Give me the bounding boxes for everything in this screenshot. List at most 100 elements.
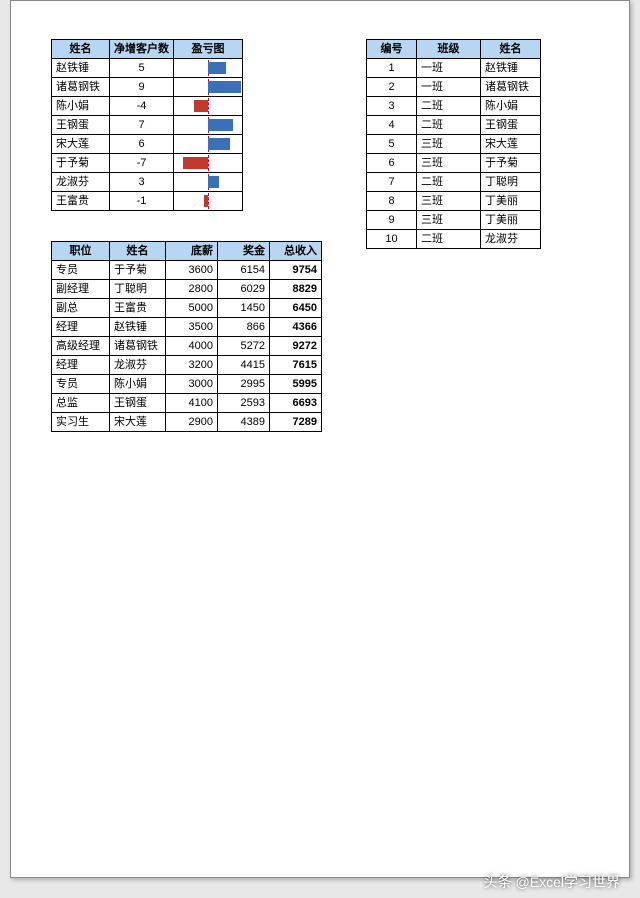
cell-chart	[174, 192, 243, 211]
cell-name: 诸葛钢铁	[481, 78, 541, 97]
cell-bonus: 2593	[218, 394, 270, 413]
table-salary: 职位 姓名 底薪 奖金 总收入 专员于予菊360061549754副经理丁聪明2…	[51, 241, 322, 432]
cell-name: 诸葛钢铁	[110, 337, 166, 356]
cell-name: 于予菊	[52, 154, 110, 173]
cell-class: 三班	[417, 192, 481, 211]
table-row: 王富贵-1	[52, 192, 243, 211]
bar-positive	[208, 176, 219, 188]
table-row: 宋大莲6	[52, 135, 243, 154]
table-row: 6三班于予菊	[367, 154, 541, 173]
th-class: 班级	[417, 40, 481, 59]
cell-name: 于予菊	[110, 261, 166, 280]
cell-name: 陈小娟	[110, 375, 166, 394]
cell-bonus: 5272	[218, 337, 270, 356]
cell-role: 经理	[52, 356, 110, 375]
table1-body: 赵铁锤5诸葛钢铁9陈小娟-4王钢蛋7宋大莲6于予菊-7龙淑芬3王富贵-1	[52, 59, 243, 211]
cell-class: 二班	[417, 173, 481, 192]
cell-id: 6	[367, 154, 417, 173]
cell-base: 4000	[166, 337, 218, 356]
table-row: 总监王钢蛋410025936693	[52, 394, 322, 413]
th-total: 总收入	[270, 242, 322, 261]
cell-name: 陈小娟	[52, 97, 110, 116]
th-name: 姓名	[110, 242, 166, 261]
cell-chart	[174, 59, 243, 78]
cell-id: 1	[367, 59, 417, 78]
cell-role: 实习生	[52, 413, 110, 432]
th-bonus: 奖金	[218, 242, 270, 261]
cell-base: 2800	[166, 280, 218, 299]
cell-name: 龙淑芬	[52, 173, 110, 192]
cell-chart	[174, 173, 243, 192]
cell-name: 王富贵	[110, 299, 166, 318]
cell-total: 5995	[270, 375, 322, 394]
cell-name: 丁聪明	[481, 173, 541, 192]
cell-total: 9272	[270, 337, 322, 356]
cell-id: 7	[367, 173, 417, 192]
chart-axis	[208, 155, 209, 171]
table-row: 高级经理诸葛钢铁400052729272	[52, 337, 322, 356]
th-chart: 盈亏图	[174, 40, 243, 59]
cell-role: 专员	[52, 375, 110, 394]
cell-role: 总监	[52, 394, 110, 413]
table-row: 副经理丁聪明280060298829	[52, 280, 322, 299]
table-row: 专员陈小娟300029955995	[52, 375, 322, 394]
cell-total: 9754	[270, 261, 322, 280]
bar-negative	[194, 100, 209, 112]
cell-name: 赵铁锤	[481, 59, 541, 78]
table3-body: 专员于予菊360061549754副经理丁聪明280060298829副总王富贵…	[52, 261, 322, 432]
cell-class: 二班	[417, 97, 481, 116]
table-row: 诸葛钢铁9	[52, 78, 243, 97]
cell-total: 4366	[270, 318, 322, 337]
bar-positive	[208, 119, 233, 131]
cell-name: 王钢蛋	[52, 116, 110, 135]
cell-bonus: 1450	[218, 299, 270, 318]
cell-total: 6693	[270, 394, 322, 413]
table3-head: 职位 姓名 底薪 奖金 总收入	[52, 242, 322, 261]
table-net-increase: 姓名 净增客户数 盈亏图 赵铁锤5诸葛钢铁9陈小娟-4王钢蛋7宋大莲6于予菊-7…	[51, 39, 243, 211]
cell-chart	[174, 135, 243, 154]
cell-class: 三班	[417, 135, 481, 154]
table-row: 8三班丁美丽	[367, 192, 541, 211]
cell-name: 丁聪明	[110, 280, 166, 299]
cell-base: 3200	[166, 356, 218, 375]
cell-class: 三班	[417, 154, 481, 173]
cell-role: 专员	[52, 261, 110, 280]
cell-base: 3600	[166, 261, 218, 280]
cell-base: 5000	[166, 299, 218, 318]
table-row: 10二班龙淑芬	[367, 230, 541, 249]
chart-axis	[208, 193, 209, 209]
th-id: 编号	[367, 40, 417, 59]
cell-name: 王钢蛋	[110, 394, 166, 413]
th-name: 姓名	[481, 40, 541, 59]
cell-name: 龙淑芬	[110, 356, 166, 375]
cell-class: 二班	[417, 230, 481, 249]
cell-base: 3500	[166, 318, 218, 337]
cell-class: 一班	[417, 78, 481, 97]
cell-role: 高级经理	[52, 337, 110, 356]
cell-id: 8	[367, 192, 417, 211]
table-row: 实习生宋大莲290043897289	[52, 413, 322, 432]
cell-bonus: 4415	[218, 356, 270, 375]
cell-id: 4	[367, 116, 417, 135]
cell-id: 2	[367, 78, 417, 97]
cell-base: 2900	[166, 413, 218, 432]
bar-negative	[183, 157, 208, 169]
bar-positive	[208, 62, 226, 74]
cell-total: 8829	[270, 280, 322, 299]
cell-id: 9	[367, 211, 417, 230]
cell-delta: 9	[110, 78, 174, 97]
table-row: 1一班赵铁锤	[367, 59, 541, 78]
cell-name: 赵铁锤	[52, 59, 110, 78]
table-row: 陈小娟-4	[52, 97, 243, 116]
cell-class: 三班	[417, 211, 481, 230]
cell-base: 4100	[166, 394, 218, 413]
table2-head: 编号 班级 姓名	[367, 40, 541, 59]
cell-name: 龙淑芬	[481, 230, 541, 249]
table-row: 5三班宋大莲	[367, 135, 541, 154]
cell-delta: -7	[110, 154, 174, 173]
cell-role: 副经理	[52, 280, 110, 299]
table-row: 7二班丁聪明	[367, 173, 541, 192]
cell-name: 丁美丽	[481, 211, 541, 230]
cell-delta: 6	[110, 135, 174, 154]
cell-id: 3	[367, 97, 417, 116]
